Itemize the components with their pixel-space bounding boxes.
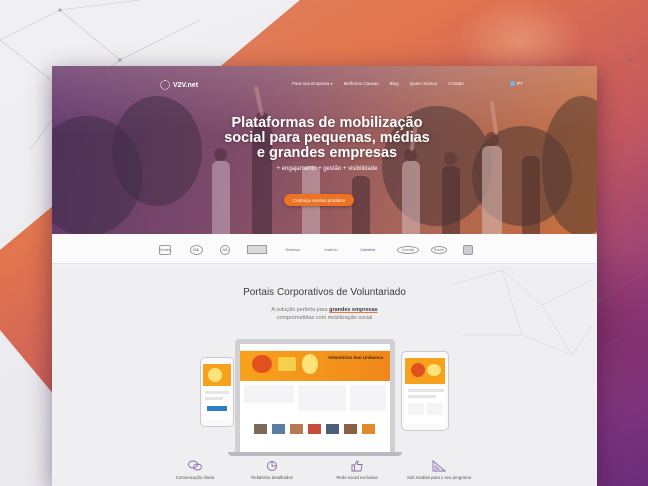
client-logo: Nestlé [158, 243, 172, 256]
client-logo [246, 243, 268, 256]
feature-label: Sob medida para o seu programa [406, 475, 471, 480]
nav-item-para-sua-empresa[interactable]: Para sua Empresa ▾ [292, 81, 333, 86]
top-navbar: V2V.net Para sua Empresa ▾ Melhores Caus… [52, 66, 597, 102]
hero-title-line: social para pequenas, médias [224, 130, 430, 146]
client-logo: Instituto [324, 247, 338, 252]
feature-item: Rede social exclusiva [322, 460, 392, 480]
laptop-screen: Voluntários Itaú Unibanco [240, 344, 390, 452]
nav-item-blog[interactable]: Blog [390, 81, 399, 86]
logo-text: V2V.net [173, 81, 199, 89]
feature-label: Comunicação direta [175, 475, 215, 480]
feature-label: Relatórios detalhados [251, 475, 293, 480]
client-logo: Cerealia [396, 243, 420, 256]
feature-label: Rede social exclusiva [336, 475, 378, 480]
flag-icon [510, 81, 515, 86]
client-logo: OA [188, 243, 204, 256]
thumbs-up-icon [351, 460, 363, 472]
feature-item: Sob medida para o seu programa [404, 460, 474, 480]
client-logo: Bradesco [285, 247, 301, 252]
hero-title: Plataformas de mobilização social para p… [202, 116, 452, 161]
language-selector[interactable]: PT [510, 81, 523, 86]
chat-bubbles-icon [188, 460, 202, 471]
client-logos-strip: Nestlé OA AB Bradesco Instituto Carrefou… [52, 234, 597, 264]
logo-icon [160, 80, 170, 90]
phone-mockup [200, 357, 234, 427]
cta-button[interactable]: Conheça nossos produtos [284, 194, 354, 206]
section-title: Portais Corporativos de Voluntariado [243, 287, 406, 298]
laptop-banner-title: Voluntários Itaú Unibanco [328, 355, 384, 360]
highlight-link[interactable]: grandes empresas [329, 307, 378, 313]
client-logo [462, 243, 474, 256]
client-logo: Roche [430, 243, 448, 256]
hero-subtitle: + engajamento + gestão + visibilidade [276, 166, 378, 172]
chevron-down-icon: ▾ [330, 81, 333, 86]
hero-title-line: Plataformas de mobilização [231, 115, 423, 131]
hero-title-line: e grandes empresas [256, 145, 398, 161]
nav-item-melhores-causas[interactable]: Melhores Causas [344, 81, 379, 86]
laptop-mockup: Voluntários Itaú Unibanco [235, 339, 395, 452]
feature-item: Relatórios detalhados [237, 460, 307, 480]
portais-section: Portais Corporativos de Voluntariado A s… [52, 265, 597, 486]
ruler-triangle-icon [432, 460, 446, 472]
report-icon [267, 461, 277, 471]
client-logo: AB [218, 243, 232, 256]
client-logo: Carrefour [360, 247, 376, 252]
website-mockup: V2V.net Para sua Empresa ▾ Melhores Caus… [52, 66, 597, 486]
features-row: Comunicação direta Relatórios detalhados… [52, 460, 597, 486]
section-subtitle: A solução perfeita para grandes empresas… [271, 307, 378, 321]
nav-links: Para sua Empresa ▾ Melhores Causas Blog … [292, 81, 464, 86]
section-network-decoration [451, 269, 593, 356]
language-label: PT [517, 81, 523, 86]
laptop-base [228, 452, 402, 456]
feature-item: Comunicação direta [160, 460, 230, 480]
hero-section: V2V.net Para sua Empresa ▾ Melhores Caus… [52, 66, 597, 234]
brand-logo[interactable]: V2V.net [160, 80, 198, 90]
nav-item-contato[interactable]: Contato [448, 81, 464, 86]
tablet-mockup [401, 351, 449, 431]
nav-item-quem-somos[interactable]: Quem Somos [410, 81, 438, 86]
